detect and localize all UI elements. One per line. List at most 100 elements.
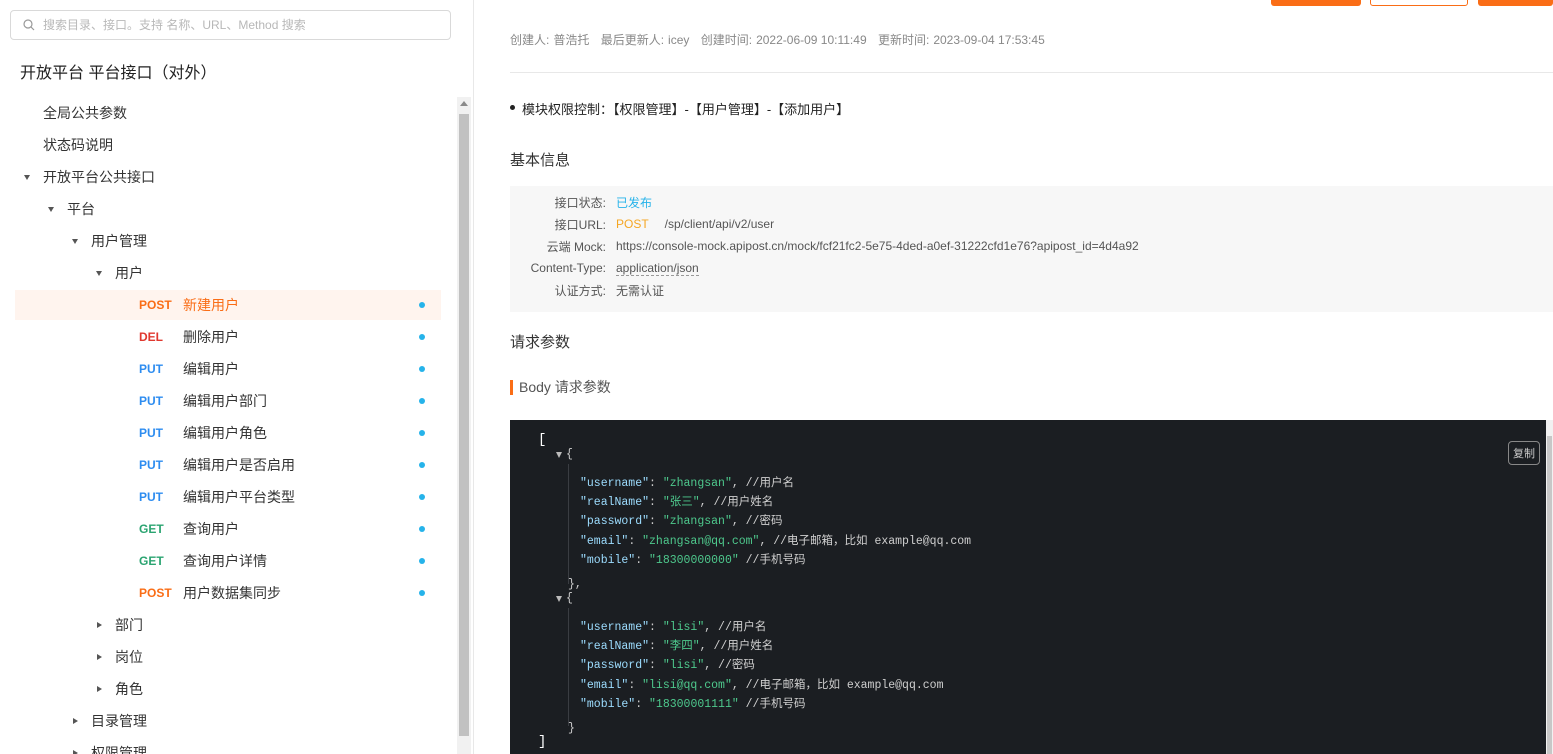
basic-info-panel: 接口状态: 已发布 接口URL: POST /sp/client/api/v2/… <box>510 186 1553 312</box>
code-value: "zhangsan@qq.com" <box>642 535 760 548</box>
info-row-url: 接口URL: POST /sp/client/api/v2/user <box>510 213 774 235</box>
tree-item-global-params[interactable]: 全局公共参数 <box>15 98 441 128</box>
created-time: 2022-06-09 10:11:49 <box>756 33 867 47</box>
tree-api-item[interactable]: GET 查询用户详情 <box>15 546 441 576</box>
code-open-bracket: [ <box>538 432 547 448</box>
api-name: 新建用户 <box>183 297 239 313</box>
project-title: 开放平台 平台接口（对外） <box>20 65 217 82</box>
updated-label: 更新时间: <box>877 33 930 47</box>
api-tree: 全局公共参数 状态码说明 开放平台公共接口 平台 用户管理 用户 POST 新建… <box>15 96 441 754</box>
tree-folder-role[interactable]: 角色 <box>15 674 441 704</box>
search-box[interactable] <box>10 10 451 40</box>
tree-item-status-codes[interactable]: 状态码说明 <box>15 130 441 160</box>
code-line: "email": "zhangsan@qq.com", //电子邮箱，比如 ex… <box>580 535 972 548</box>
code-close-brace: }, <box>568 578 582 591</box>
tree-folder-perm-mgmt[interactable]: 权限管理 <box>15 738 441 754</box>
top-action-button[interactable] <box>1370 0 1468 6</box>
body-params-title: Body 请求参数 <box>510 377 611 397</box>
top-action-button[interactable] <box>1271 0 1361 6</box>
code-line: "realName": "张三", //用户姓名 <box>580 496 774 509</box>
main-scrollbar[interactable] <box>1546 420 1553 754</box>
code-key: "mobile" <box>580 698 636 711</box>
tree-api-item[interactable]: GET 查询用户 <box>15 514 441 544</box>
api-name: 编辑用户角色 <box>183 425 267 441</box>
tree-api-item[interactable]: POST 新建用户 <box>15 290 441 320</box>
caret-right-icon[interactable] <box>73 718 78 724</box>
status-dot-icon <box>419 494 425 500</box>
tree-item-label: 平台 <box>67 201 95 217</box>
caret-right-icon[interactable] <box>97 686 102 692</box>
info-key: 接口URL: <box>554 217 606 232</box>
fold-arrow-icon[interactable] <box>556 452 562 458</box>
caret-down-icon[interactable] <box>24 175 30 180</box>
created-label: 创建时间: <box>700 33 753 47</box>
caret-right-icon[interactable] <box>97 654 102 660</box>
scrollbar-thumb[interactable] <box>459 114 469 736</box>
api-name: 删除用户 <box>183 329 239 345</box>
caret-right-icon[interactable] <box>73 750 78 754</box>
code-key: "mobile" <box>580 554 636 567</box>
tree-folder-dept[interactable]: 部门 <box>15 610 441 640</box>
tree-item-label: 岗位 <box>115 649 143 665</box>
tree-api-item[interactable]: POST 用户数据集同步 <box>15 578 441 608</box>
code-key: "username" <box>580 621 650 634</box>
info-key: Content-Type: <box>530 261 606 275</box>
creator: 普浩托 <box>553 33 590 47</box>
caret-down-icon[interactable] <box>96 271 102 276</box>
scroll-up-arrow-icon[interactable] <box>460 101 468 106</box>
mock-url[interactable]: https://console-mock.apipost.cn/mock/fcf… <box>616 239 1139 253</box>
tree-api-item[interactable]: PUT 编辑用户平台类型 <box>15 482 441 512</box>
code-comment: , //用户姓名 <box>699 496 774 509</box>
api-name: 查询用户详情 <box>183 553 267 569</box>
tree-folder-platform[interactable]: 平台 <box>15 194 441 224</box>
info-row-content-type: Content-Type: application/json <box>510 257 699 279</box>
code-key: "username" <box>580 477 650 490</box>
code-line: "password": "zhangsan", //密码 <box>580 515 783 528</box>
tree-api-item[interactable]: PUT 编辑用户是否启用 <box>15 450 441 480</box>
tree-folder-user[interactable]: 用户 <box>15 258 441 288</box>
updater: icey <box>668 33 690 47</box>
tree-api-item[interactable]: PUT 编辑用户 <box>15 354 441 384</box>
status-dot-icon <box>419 430 425 436</box>
top-action-button[interactable] <box>1478 0 1553 6</box>
method-badge: POST <box>139 298 172 312</box>
scrollbar-thumb[interactable] <box>1547 436 1552 754</box>
code-close-bracket: ] <box>538 734 547 750</box>
tree-item-label: 状态码说明 <box>43 137 113 153</box>
code-block: [ { "username": "zhangsan", //用户名 "realN… <box>510 420 1546 754</box>
caret-right-icon[interactable] <box>97 622 102 628</box>
method-badge: PUT <box>139 426 163 440</box>
code-key: "password" <box>580 515 650 528</box>
sidebar: 开放平台 平台接口（对外） 全局公共参数 状态码说明 开放平台公共接口 平台 用… <box>0 0 474 754</box>
search-input[interactable] <box>41 17 450 33</box>
code-line: "password": "lisi", //密码 <box>580 659 755 672</box>
status-dot-icon <box>419 590 425 596</box>
sidebar-scrollbar[interactable] <box>457 97 471 754</box>
tree-folder-user-mgmt[interactable]: 用户管理 <box>15 226 441 256</box>
info-key: 认证方式: <box>554 283 606 298</box>
code-value: "lisi@qq.com" <box>642 679 732 692</box>
tree-folder-open-public[interactable]: 开放平台公共接口 <box>15 162 441 192</box>
status-dot-icon <box>419 398 425 404</box>
fold-arrow-icon[interactable] <box>556 596 562 602</box>
copy-button[interactable]: 复制 <box>1508 441 1540 465</box>
status-dot-icon <box>419 366 425 372</box>
tree-folder-dir-mgmt[interactable]: 目录管理 <box>15 706 441 736</box>
tree-folder-position[interactable]: 岗位 <box>15 642 441 672</box>
content-type-value[interactable]: application/json <box>616 261 699 276</box>
url-path[interactable]: /sp/client/api/v2/user <box>665 217 774 231</box>
api-name: 编辑用户是否启用 <box>183 457 295 473</box>
caret-down-icon[interactable] <box>72 239 78 244</box>
api-meta: 创建人: 普浩托 最后更新人: icey 创建时间: 2022-06-09 10:11… <box>510 31 1049 48</box>
tree-api-item[interactable]: PUT 编辑用户角色 <box>15 418 441 448</box>
caret-down-icon[interactable] <box>48 207 54 212</box>
status-badge: 已发布 <box>616 195 653 210</box>
code-comment: , //用户姓名 <box>699 640 774 653</box>
api-name: 编辑用户平台类型 <box>183 489 295 505</box>
code-comment: , //密码 <box>731 515 783 528</box>
tree-api-item[interactable]: DEL 删除用户 <box>15 322 441 352</box>
api-name: 编辑用户部门 <box>183 393 267 409</box>
info-row-auth: 认证方式: 无需认证 <box>510 279 664 301</box>
tree-api-item[interactable]: PUT 编辑用户部门 <box>15 386 441 416</box>
method-badge: GET <box>139 522 164 536</box>
